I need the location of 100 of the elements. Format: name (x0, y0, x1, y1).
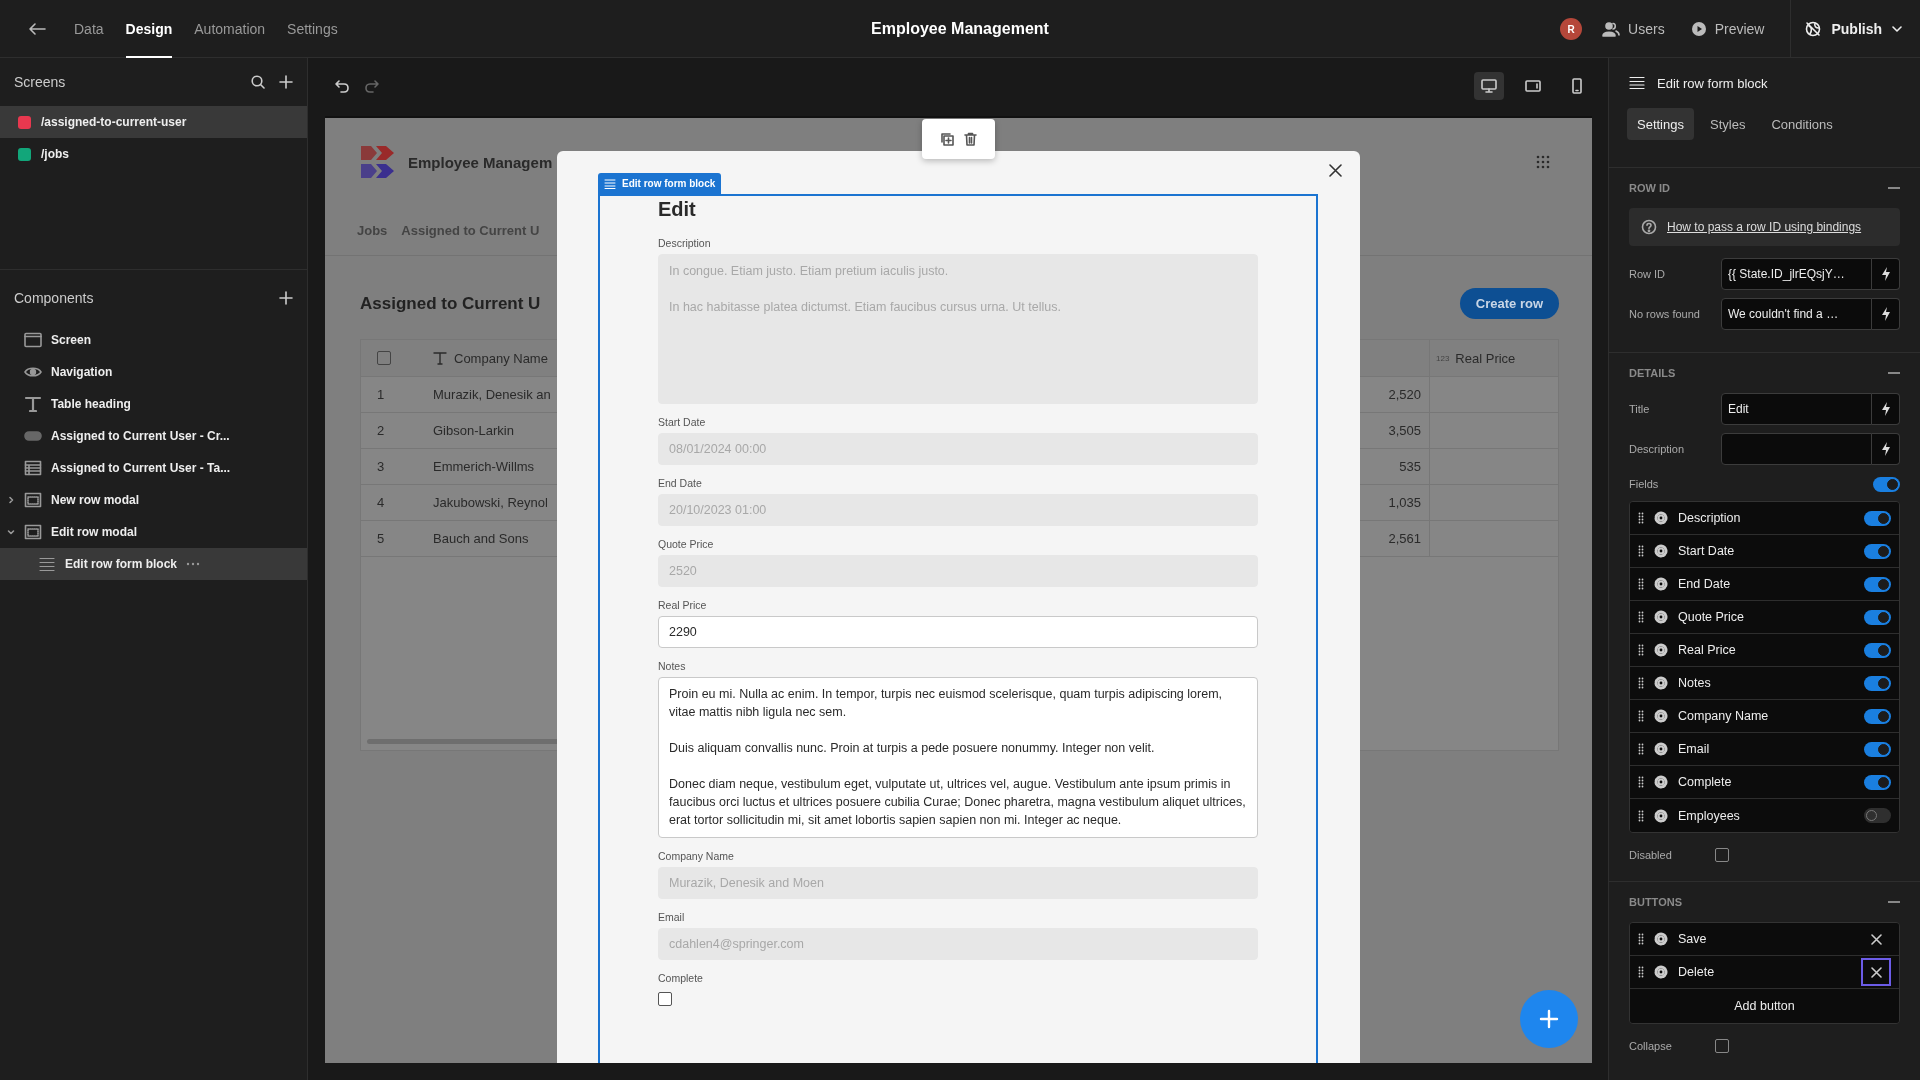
component-tree-item[interactable]: Screen (0, 324, 307, 356)
field-list-item[interactable]: Complete (1630, 766, 1899, 799)
section-title: BUTTONS (1629, 896, 1682, 908)
input-field[interactable]: We couldn't find a … (1721, 298, 1872, 330)
field-list-item[interactable]: Employees (1630, 799, 1899, 832)
modal-icon (24, 524, 42, 540)
field-label: Description (658, 237, 712, 249)
add-button[interactable]: Add button (1630, 989, 1899, 1023)
desktop-icon[interactable] (1481, 77, 1497, 94)
search-icon[interactable] (251, 75, 265, 89)
toggle-switch[interactable] (1864, 510, 1891, 526)
settings-tab[interactable]: Settings (1627, 108, 1694, 140)
route-item[interactable]: /assigned-to-current-user (0, 106, 307, 138)
component-tree-item[interactable]: Edit row form block (0, 548, 307, 580)
binding-button[interactable] (1872, 298, 1900, 330)
preview-button[interactable]: Preview (1690, 21, 1765, 37)
help-link[interactable]: How to pass a row ID using bindings (1667, 220, 1862, 234)
globe-slash-icon (1805, 21, 1822, 37)
input-field[interactable]: Edit (1721, 393, 1872, 425)
phone-icon[interactable] (1569, 77, 1585, 94)
user-avatar[interactable]: R (1560, 18, 1583, 40)
toggle-switch[interactable] (1864, 708, 1891, 724)
remove-button[interactable] (1861, 958, 1891, 986)
toggle-switch[interactable] (1873, 476, 1900, 492)
checkbox[interactable] (1715, 1039, 1729, 1053)
field-list-item[interactable]: Email (1630, 733, 1899, 766)
create-row-button[interactable]: Create row (1459, 288, 1559, 319)
field-list-item[interactable]: Quote Price (1630, 601, 1899, 634)
binding-button[interactable] (1872, 258, 1900, 290)
component-tree-item[interactable]: Edit row modal (0, 516, 307, 548)
back-arrow-icon[interactable] (28, 22, 46, 36)
plus-icon[interactable] (279, 291, 293, 305)
field-list-item[interactable]: Notes (1630, 667, 1899, 700)
users-button[interactable]: Users (1602, 21, 1665, 37)
redo-icon[interactable] (364, 78, 380, 93)
duplicate-icon[interactable] (940, 132, 954, 146)
input-field[interactable]: 2290 (658, 616, 1258, 648)
gear-icon (1654, 709, 1668, 723)
form-title: Edit (658, 198, 697, 221)
input-field[interactable] (1721, 433, 1872, 465)
component-tree-item[interactable]: New row modal (0, 484, 307, 516)
binding-button[interactable] (1872, 433, 1900, 465)
plus-icon[interactable] (279, 75, 293, 89)
toggle-switch[interactable] (1864, 576, 1891, 592)
field-list-item[interactable]: Real Price (1630, 634, 1899, 667)
nav-tab[interactable]: Design (125, 0, 173, 58)
field-list-item[interactable]: End Date (1630, 568, 1899, 601)
component-tree-item[interactable]: Table heading (0, 388, 307, 420)
field-list-item[interactable]: Description (1630, 502, 1899, 535)
undo-icon[interactable] (334, 78, 350, 93)
nav-tab[interactable]: Settings (287, 0, 338, 58)
play-icon (1690, 21, 1707, 37)
settings-tab[interactable]: Conditions (1761, 108, 1843, 140)
chevron-right-icon[interactable] (7, 496, 15, 504)
field-list-item[interactable]: Company Name (1630, 700, 1899, 733)
device-mode-button[interactable] (1474, 71, 1504, 100)
gear-icon (1654, 808, 1668, 823)
binding-button[interactable] (1872, 393, 1900, 425)
more-icon[interactable] (186, 562, 200, 566)
checkbox[interactable] (1715, 848, 1729, 862)
route-item[interactable]: /jobs (0, 138, 307, 170)
modal-icon (24, 492, 42, 508)
text-area[interactable]: Proin eu mi. Nulla ac enim. In tempor, turpis nec euismod scelerisque, quam turpis adipiscing lorem, vitae mattis nibh ligula nec sem. Duis aliquam convallis nunc. Proin at turpis a pede posuere nonummy. Integer non velit. Donec diam neque, vestibulum eget, vulputate ut, ultrices vel, augue. Vestibulum ante ipsum primis in faucibus orci luctus et ultrices posuere cubilia Curae; Donec pharetra, magna vestibulum aliquet ultrices, erat tortor sollicitudin mi, sit amet lobortis sapien sapien non mi. Integer ac neque. (658, 677, 1258, 838)
trash-icon[interactable] (964, 132, 977, 146)
lightning-icon (1879, 306, 1892, 322)
gear-icon (1654, 544, 1668, 558)
toggle-switch[interactable] (1864, 642, 1891, 658)
toggle-switch[interactable] (1864, 675, 1891, 691)
drag-handle-icon (1638, 578, 1644, 590)
toggle-switch[interactable] (1864, 609, 1891, 625)
close-icon (1329, 164, 1342, 177)
add-button[interactable] (1520, 990, 1578, 1048)
tablet-icon[interactable] (1525, 77, 1541, 94)
component-tree-item[interactable]: Assigned to Current User - Cr... (0, 420, 307, 452)
table-cell: Gibson-Larkin (433, 423, 514, 438)
field-list-item[interactable]: Start Date (1630, 535, 1899, 568)
component-tree-item[interactable]: Navigation (0, 356, 307, 388)
button-list-item[interactable]: Delete (1630, 956, 1899, 989)
input-field[interactable]: {{ State.ID_jlrEQsjY… (1721, 258, 1872, 290)
grid-icon[interactable] (1536, 155, 1550, 169)
scrollbar[interactable] (367, 739, 557, 744)
drag-handle-icon (1638, 743, 1644, 755)
column-header[interactable]: Real Price (1455, 350, 1516, 366)
component-tree-item[interactable]: Assigned to Current User - Ta... (0, 452, 307, 484)
nav-tab[interactable]: Data (74, 0, 104, 58)
checkbox[interactable] (658, 992, 672, 1006)
nav-tab[interactable]: Automation (194, 0, 266, 58)
toggle-switch[interactable] (1864, 741, 1891, 757)
block-tag[interactable]: Edit row form block (598, 173, 722, 194)
close-icon (1870, 933, 1882, 945)
checkbox[interactable] (377, 351, 391, 365)
settings-tab[interactable]: Styles (1700, 108, 1756, 140)
toggle-switch[interactable] (1864, 543, 1891, 559)
button-list-item[interactable]: Save (1630, 923, 1899, 956)
table-cell: 1,035 (1388, 495, 1421, 510)
app-name: Employee Managem (408, 153, 553, 171)
chevron-down-icon[interactable] (7, 528, 15, 536)
publish-button[interactable]: Publish (1790, 0, 1920, 58)
toggle-switch[interactable] (1864, 808, 1891, 823)
toggle-switch[interactable] (1864, 774, 1891, 790)
